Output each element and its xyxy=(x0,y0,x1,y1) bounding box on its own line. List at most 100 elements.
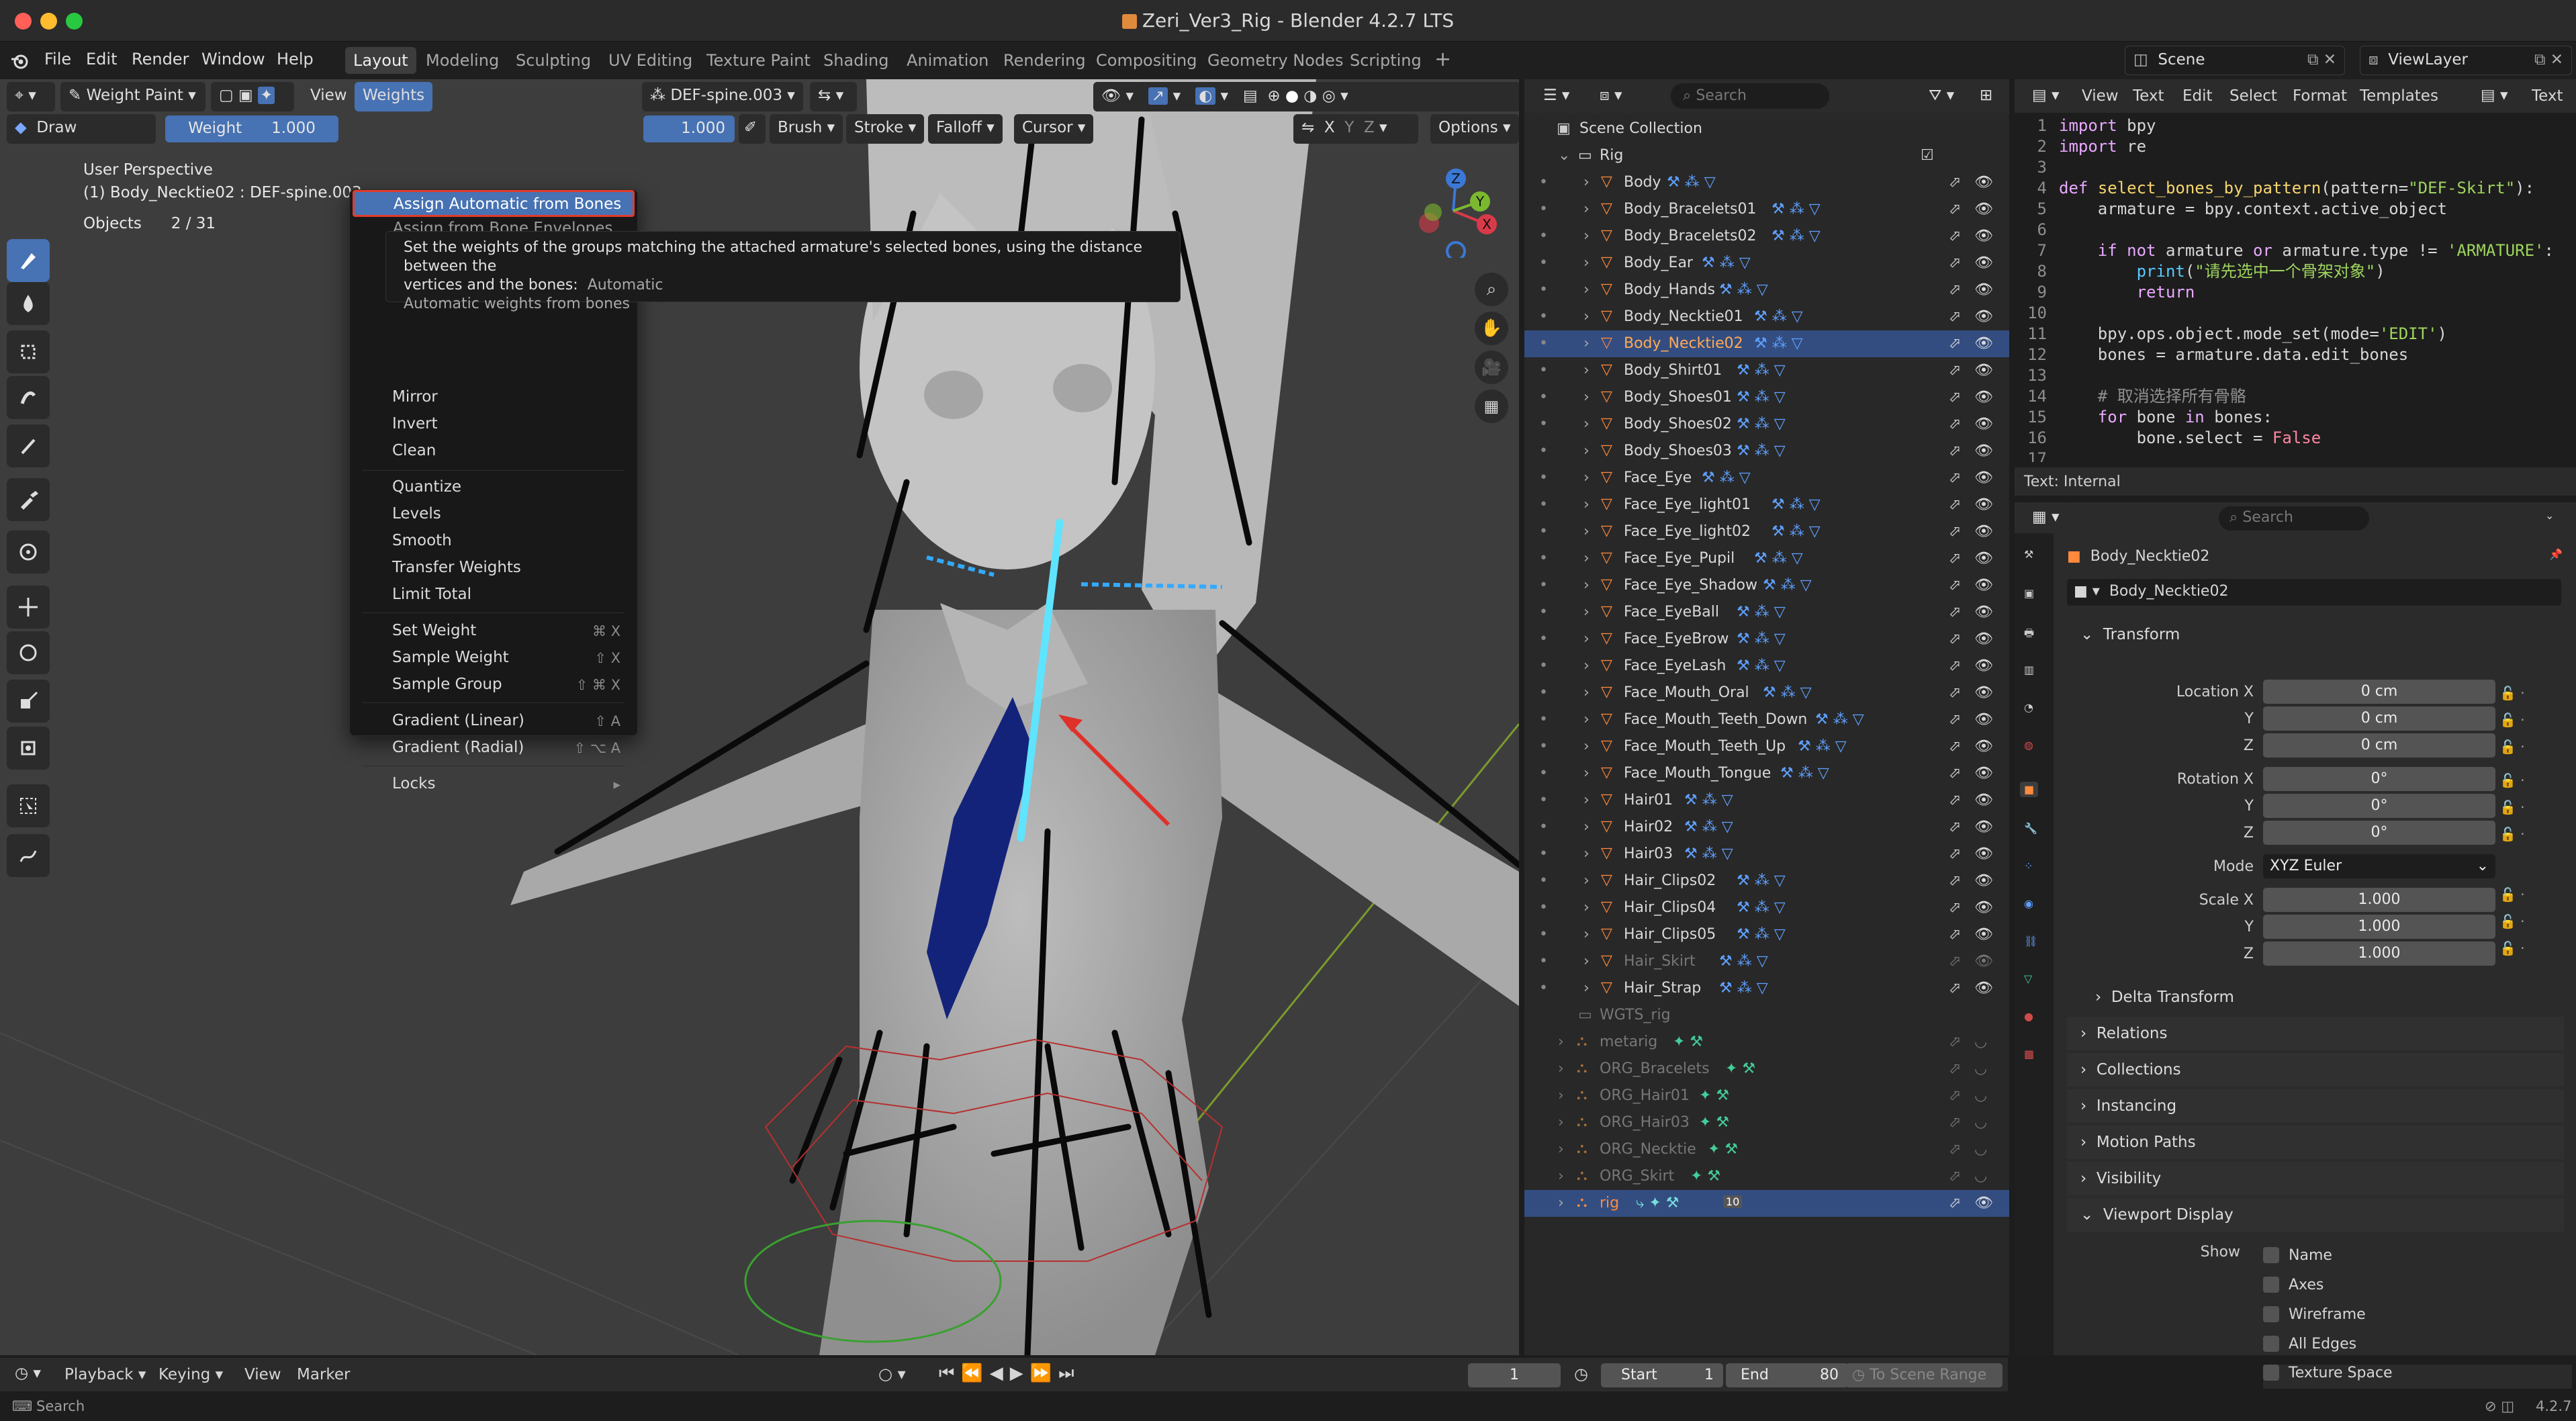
select-toggle-icon[interactable]: ⬀ xyxy=(1949,792,1961,809)
outliner-row[interactable]: • › ▽ Hair02 ⚒ ⁂ ▽ ⬀ 👁 xyxy=(1524,814,2009,841)
hidden-toggle-icon[interactable]: ◡ xyxy=(1974,1060,1987,1077)
navigation-gizmo[interactable]: Z X Y xyxy=(1399,157,1500,261)
outliner-row[interactable]: • › ▽ Hair_Skirt ⚒ ⁂ ▽ ⬀ 👁 xyxy=(1524,948,2009,975)
text-menu-text[interactable]: Text xyxy=(2133,87,2164,105)
motion-paths-section[interactable]: › Motion Paths xyxy=(2067,1126,2564,1159)
outliner-armature-row[interactable]: › ⛬ ORG_Necktie ✦ ⚒ ⬀ ◡ xyxy=(1524,1136,2009,1163)
outliner-armature-row[interactable]: › ⛬ metarig ✦ ⚒ ⬀ ◡ xyxy=(1524,1029,2009,1056)
expand-arrow-icon[interactable]: › xyxy=(1583,416,1590,432)
expand-arrow-icon[interactable]: › xyxy=(1583,577,1590,594)
menu-item-levels[interactable]: Levels xyxy=(392,505,441,522)
paint-mask-toggles[interactable]: ▢ ▣ ✦ xyxy=(211,82,294,111)
scale-z-field[interactable]: 1.000 xyxy=(2263,942,2495,966)
scale-tool-icon[interactable] xyxy=(7,680,50,723)
text-menu-format[interactable]: Format xyxy=(2293,87,2347,105)
edit-mode-dot-icon[interactable]: • xyxy=(1539,765,1548,782)
visibility-toggle-icon[interactable]: 👁 xyxy=(1974,228,1993,244)
expand-arrow-icon[interactable]: › xyxy=(1583,523,1590,540)
select-toggle-icon[interactable]: ⬀ xyxy=(1949,281,1961,298)
outliner-row[interactable]: • › ▽ Body_Shoes01 ⚒ ⁂ ▽ ⬀ 👁 xyxy=(1524,384,2009,411)
outliner-row[interactable]: • › ▽ Face_Mouth_Tongue ⚒ ⁂ ▽ ⬀ 👁 xyxy=(1524,760,2009,787)
expand-arrow-icon[interactable]: › xyxy=(1583,899,1590,916)
tool-tab-icon[interactable]: ⚒ xyxy=(2024,548,2033,561)
outliner-armature-row[interactable]: › ⛬ ORG_Hair03 ✦ ⚒ ⬀ ◡ xyxy=(1524,1109,2009,1136)
visibility-toggle-icon[interactable]: 👁 xyxy=(1974,738,1993,755)
select-toggle-icon[interactable]: ⬀ xyxy=(1949,819,1961,835)
edit-mode-dot-icon[interactable]: • xyxy=(1539,335,1548,352)
expand-arrow-icon[interactable]: › xyxy=(1583,631,1590,647)
visibility-toggle-icon[interactable]: 👁 xyxy=(1974,281,1993,298)
new-collection-icon[interactable]: ⊞ xyxy=(1972,82,2000,111)
select-toggle-icon[interactable]: ⬀ xyxy=(1949,684,1961,701)
material-tab-icon[interactable]: ● xyxy=(2024,1010,2033,1023)
menu-item-smooth[interactable]: Smooth xyxy=(392,532,452,549)
menu-window[interactable]: Window xyxy=(201,50,265,68)
show-all-edges-option[interactable]: All Edges xyxy=(2263,1330,2532,1359)
expand-arrow-icon[interactable]: › xyxy=(1583,980,1590,997)
menu-item-quantize[interactable]: Quantize xyxy=(392,478,461,496)
expand-arrow-icon[interactable]: › xyxy=(1583,335,1590,352)
hidden-toggle-icon[interactable]: ◡ xyxy=(1974,1034,1987,1050)
mirror-y-toggle[interactable]: Y xyxy=(1344,119,1354,136)
rotate-tool-icon[interactable] xyxy=(7,631,50,674)
menu-item-set-weight[interactable]: Set Weight xyxy=(392,622,476,639)
weights-menu[interactable]: Weights xyxy=(355,82,433,111)
outliner-search-field[interactable]: ⌕ Search xyxy=(1671,83,1829,109)
expand-arrow-icon[interactable]: › xyxy=(1583,389,1590,406)
delta-transform-header[interactable]: › Delta Transform xyxy=(2082,980,2576,1014)
tab-modeling[interactable]: Modeling xyxy=(418,47,507,74)
visibility-toggle-icon[interactable]: 👁 xyxy=(1974,711,1993,728)
xray-toggle-icon[interactable]: ▤ xyxy=(1243,87,1258,105)
outliner-row[interactable]: • › ▽ Body_Shirt01 ⚒ ⁂ ▽ ⬀ 👁 xyxy=(1524,357,2009,384)
scale-x-field[interactable]: 1.000 xyxy=(2263,888,2495,912)
zoom-view-icon[interactable]: ⌕ xyxy=(1475,273,1508,306)
hidden-toggle-icon[interactable]: ◡ xyxy=(1974,1087,1987,1104)
menu-item-gradient-linear[interactable]: Gradient (Linear) xyxy=(392,712,524,729)
outliner-row[interactable]: • › ▽ Body_Necktie01 ⚒ ⁂ ▽ ⬀ 👁 xyxy=(1524,304,2009,330)
text-menu-view[interactable]: View xyxy=(2082,87,2119,105)
visibility-toggle-icon[interactable]: 👁 xyxy=(1974,443,1993,459)
lock-icon[interactable]: 🔓 · xyxy=(2499,680,2540,706)
expand-arrow-icon[interactable]: › xyxy=(1583,443,1590,459)
expand-arrow-icon[interactable]: › xyxy=(1558,1195,1564,1211)
tab-layout[interactable]: Layout xyxy=(345,47,416,74)
preview-range-icon[interactable]: ◷ xyxy=(1574,1365,1588,1383)
expand-arrow-icon[interactable]: › xyxy=(1583,684,1590,701)
outliner-row[interactable]: • › ▽ Hair_Clips05 ⚒ ⁂ ▽ ⬀ 👁 xyxy=(1524,921,2009,948)
select-toggle-icon[interactable]: ⬀ xyxy=(1949,228,1961,244)
annotate-cursor-icon[interactable] xyxy=(7,531,50,574)
show-axes-option[interactable]: Axes xyxy=(2263,1271,2532,1300)
scene-tab-icon[interactable]: ◔ xyxy=(2024,701,2033,714)
blender-logo-icon[interactable] xyxy=(9,51,30,71)
outliner-row[interactable]: • › ▽ Body_Hands ⚒ ⁂ ▽ ⬀ 👁 xyxy=(1524,277,2009,304)
visibility-toggle-icon[interactable]: 👁 xyxy=(1974,201,1993,218)
show-wireframe-option[interactable]: Wireframe xyxy=(2263,1300,2532,1330)
select-toggle-icon[interactable]: ⬀ xyxy=(1949,174,1961,191)
timeline-view-menu[interactable]: View xyxy=(244,1366,281,1383)
tab-scripting[interactable]: Scripting xyxy=(1342,47,1430,74)
outliner-row[interactable]: • › ▽ Face_Mouth_Teeth_Down ⚒ ⁂ ▽ ⬀ 👁 xyxy=(1524,706,2009,733)
draw-tool-icon[interactable] xyxy=(7,239,50,282)
hidden-toggle-icon[interactable]: ◡ xyxy=(1974,1168,1987,1185)
menu-item-locks[interactable]: Locks xyxy=(392,775,435,792)
outliner-editor-type[interactable]: ☰ ▾ xyxy=(1535,82,1578,111)
object-browse-icon[interactable]: ■ ▾ xyxy=(2074,583,2100,600)
expand-arrow-icon[interactable]: › xyxy=(1583,281,1590,298)
viewport-shading-bar[interactable]: 👁 ▾ ↗ ▾ ◐ ▾ ▤ ⊕ ● ◑ ◎ ▾ xyxy=(1093,82,1519,111)
select-toggle-icon[interactable]: ⬀ xyxy=(1949,872,1961,889)
visibility-toggle-icon[interactable]: 👁 xyxy=(1974,657,1993,674)
menu-render[interactable]: Render xyxy=(132,50,189,68)
edit-mode-dot-icon[interactable]: • xyxy=(1539,872,1548,889)
visibility-toggle-icon[interactable]: 👁 xyxy=(1974,523,1993,540)
expand-arrow-icon[interactable]: › xyxy=(1583,738,1590,755)
edit-mode-dot-icon[interactable]: • xyxy=(1539,926,1548,943)
timeline-marker-menu[interactable]: Marker xyxy=(297,1366,351,1383)
visibility-icon[interactable]: 👁 ▾ xyxy=(1101,87,1134,105)
expand-arrow-icon[interactable]: › xyxy=(1583,255,1590,271)
visibility-toggle-icon[interactable]: 👁 xyxy=(1974,174,1993,191)
mode-selector[interactable]: ✎ Weight Paint ▾ xyxy=(60,82,205,111)
select-toggle-icon[interactable]: ⬀ xyxy=(1949,362,1961,379)
mirror-x-toggle[interactable]: X xyxy=(1324,119,1335,136)
exclude-checkbox-icon[interactable]: ☑ xyxy=(1921,147,1934,164)
select-toggle-icon[interactable]: ⬀ xyxy=(1949,523,1961,540)
